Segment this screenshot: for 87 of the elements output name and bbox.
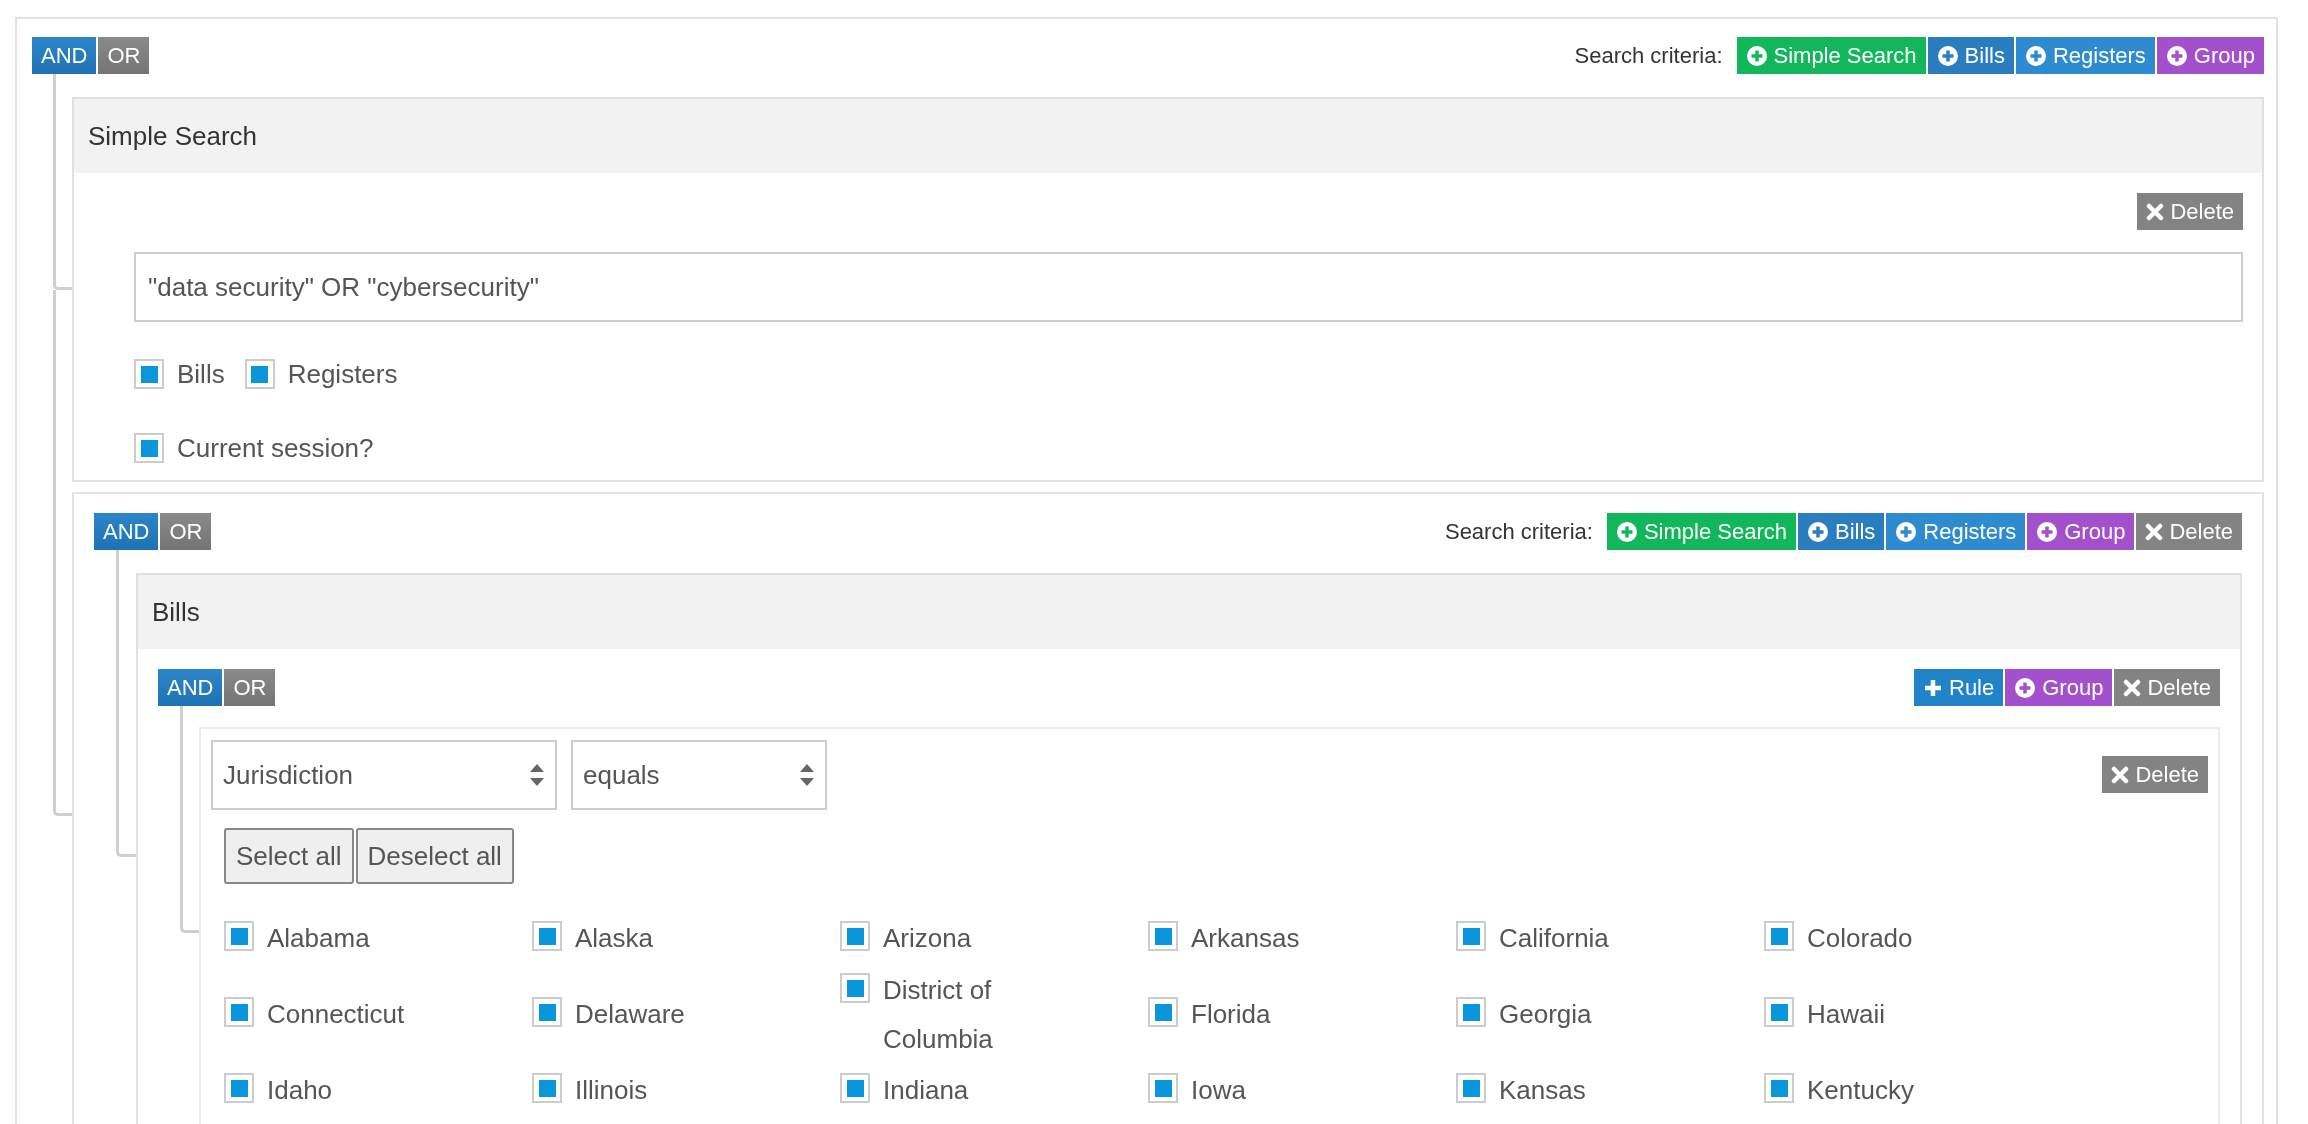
condition-toggle[interactable]: AND [158,669,223,706]
checkbox[interactable] [1148,997,1178,1027]
close-icon [2123,678,2142,697]
checkbox[interactable] [224,1073,254,1103]
delete-button[interactable]: Delete [2114,669,2220,706]
condition-toggle[interactable]: AND [94,513,159,550]
plus-circle-icon [1895,520,1918,543]
plus-circle-icon [1615,520,1638,543]
checkbox[interactable] [1456,921,1486,951]
checkbox[interactable] [532,997,562,1027]
add-criteria-button[interactable]: Registers [2015,37,2155,74]
checkbox-label: District of Columbia [883,974,994,1056]
sort-arrows-icon [529,763,545,787]
checkbox-label: Kentucky [1807,1074,1915,1107]
checkbox[interactable] [532,1073,562,1103]
checkbox-label: Idaho [267,1074,334,1107]
delete-button[interactable]: Delete [2102,756,2208,793]
checkbox-label: Current session? [177,432,374,464]
condition-toggle[interactable]: AND [32,37,97,74]
close-icon [2145,522,2164,541]
checkbox[interactable] [840,921,870,951]
checkbox-label: Registers [287,358,398,390]
checkbox-label: Delaware [575,998,686,1031]
checkbox[interactable] [1148,921,1178,951]
condition-toggle[interactable]: OR [224,669,276,706]
panel-title: Bills [138,575,2240,649]
checkbox[interactable] [840,973,870,1003]
checkbox[interactable] [224,997,254,1027]
plus-circle-icon [1936,44,1959,67]
checkbox-label: Alabama [267,922,371,955]
checkbox[interactable] [134,359,164,389]
criteria-label: Search criteria: [1574,42,1723,69]
checkbox-label: Alaska [575,922,655,955]
add-criteria-button[interactable]: Simple Search [1736,37,1926,74]
plus-circle-icon [1745,44,1768,67]
checkbox-label: Iowa [1191,1074,1247,1107]
checkbox-label: Arizona [883,922,973,955]
field-select[interactable]: Jurisdiction [211,740,557,810]
plus-icon [1923,677,1943,698]
checkbox[interactable] [1148,1073,1178,1103]
condition-toggle[interactable]: OR [160,513,212,550]
sort-arrows-icon [799,763,815,787]
plus-circle-icon [2024,44,2047,67]
checkbox[interactable] [840,1073,870,1103]
condition-toggle[interactable]: OR [98,37,150,74]
checkbox[interactable] [1764,997,1794,1027]
criteria-label: Search criteria: [1444,518,1593,545]
checkbox-label: Hawaii [1807,998,1887,1031]
checkbox[interactable] [134,433,164,463]
plus-circle-icon [2036,520,2059,543]
checkbox-label: Georgia [1499,998,1593,1031]
checkbox-label: Florida [1191,998,1272,1031]
operator-select[interactable]: equals [571,740,827,810]
plus-circle-icon [1807,520,1829,543]
checkbox[interactable] [1456,997,1486,1027]
add-rule-button[interactable]: Rule [1914,669,2004,706]
checkbox-label: Connecticut [267,998,406,1031]
checkbox-label: Colorado [1807,922,1914,955]
checkbox[interactable] [532,921,562,951]
plus-circle-icon [2165,44,2188,67]
panel-title: Simple Search [74,99,2262,173]
checkbox-label: California [1499,922,1610,955]
plus-circle-icon [2014,676,2037,699]
add-group-button[interactable]: Group [2156,37,2264,74]
add-criteria-button[interactable]: Bills [1798,513,1885,550]
checkbox-label: Indiana [883,1074,970,1107]
delete-button[interactable]: Delete [2137,193,2243,230]
add-group-button[interactable]: Group [2027,513,2135,550]
add-criteria-button[interactable]: Bills [1927,37,2014,74]
add-group-button[interactable]: Group [2005,669,2113,706]
add-criteria-button[interactable]: Simple Search [1606,513,1796,550]
select-all-button[interactable]: Select all [224,828,354,884]
deselect-all-button[interactable]: Deselect all [355,828,514,884]
checkbox[interactable] [244,359,275,389]
close-icon [2111,765,2130,784]
checkbox[interactable] [1764,1073,1794,1103]
delete-button[interactable]: Delete [2136,513,2242,550]
checkbox[interactable] [224,921,254,951]
checkbox[interactable] [1456,1073,1486,1103]
checkbox-label: Arkansas [1191,922,1301,955]
close-icon [2146,202,2165,221]
checkbox-label: Bills [177,358,225,390]
add-criteria-button[interactable]: Registers [1886,513,2026,550]
checkbox-label: Kansas [1499,1074,1587,1107]
checkbox-label: Illinois [575,1074,649,1107]
search-input[interactable]: "data security" OR "cybersecurity" [134,252,2243,322]
checkbox[interactable] [1764,921,1794,951]
